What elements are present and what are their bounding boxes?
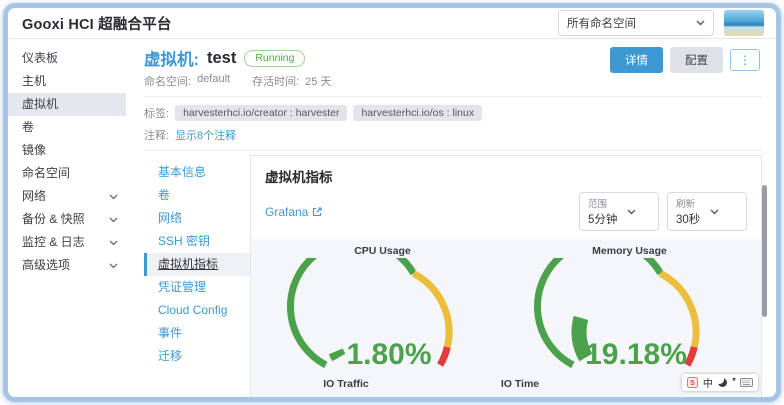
sidebar-item-dashboard[interactable]: 仪表板	[8, 47, 126, 70]
metrics-panel: 虚拟机指标 Grafana 范围 5分钟	[250, 155, 762, 402]
vertical-scrollbar[interactable]	[762, 185, 767, 317]
chevron-down-icon	[710, 209, 719, 215]
io-traffic-chart: 5 kB/s4 kB/s3 kB/s	[259, 391, 433, 402]
gauge-row: CPU Usage 1.80% Memory Usage 19.18%	[259, 245, 753, 376]
line-chart-row: IO Traffic 5 kB/s4 kB/s3 kB/s IO Time 2 …	[259, 378, 753, 402]
chevron-down-icon	[696, 20, 705, 26]
main-content: 虚拟机: test Running 详情 配置 ⋮ 命名空间: default …	[126, 39, 776, 398]
label-chip: harvesterhci.io/creator : harvester	[175, 105, 347, 121]
svg-text:19.18%: 19.18%	[585, 338, 687, 371]
cpu-usage-gauge: 1.80%	[259, 258, 506, 376]
more-actions-button[interactable]: ⋮	[730, 49, 760, 71]
top-bar: Gooxi HCI 超融合平台 所有命名空间	[8, 8, 776, 39]
chevron-down-icon	[627, 209, 636, 215]
chevron-down-icon	[109, 194, 118, 200]
refresh-select[interactable]: 刷新 30秒	[667, 192, 747, 231]
range-select[interactable]: 范围 5分钟	[579, 192, 659, 231]
namespace-filter-select[interactable]: 所有命名空间	[558, 10, 714, 36]
sidebar-item-images[interactable]: 镜像	[8, 139, 126, 162]
chart-title: CPU Usage	[259, 245, 506, 257]
namespace-label: 命名空间:	[144, 73, 191, 89]
tab-ssh-keys[interactable]: SSH 密钥	[144, 230, 250, 253]
config-button[interactable]: 配置	[670, 47, 723, 73]
action-buttons: 详情 配置 ⋮	[610, 47, 760, 73]
app-title: Gooxi HCI 超融合平台	[22, 13, 172, 34]
detail-nav: 基本信息 卷 网络 SSH 密钥 虚拟机指标 凭证管理 Cloud Config…	[144, 155, 250, 368]
chart-title: IO Traffic	[259, 378, 433, 390]
tab-credentials[interactable]: 凭证管理	[144, 276, 250, 299]
sidebar-item-hosts[interactable]: 主机	[8, 70, 126, 93]
chart-title: Memory Usage	[506, 245, 753, 257]
chevron-down-icon	[109, 240, 118, 246]
chevron-down-icon	[109, 263, 118, 269]
io-time-chart: 2 ms1.50 ms1 ms	[433, 391, 607, 402]
external-link-icon	[312, 207, 322, 217]
metrics-title: 虚拟机指标	[265, 166, 747, 186]
sidebar-item-monitoring-logs[interactable]: 监控 & 日志	[8, 231, 126, 254]
tab-migration[interactable]: 迁移	[144, 345, 250, 368]
moon-icon[interactable]	[718, 378, 727, 387]
tab-networks[interactable]: 网络	[144, 207, 250, 230]
namespace-filter-value: 所有命名空间	[567, 15, 636, 31]
namespace-value: default	[197, 73, 230, 89]
ime-toolbar[interactable]: S 中 ’’	[682, 374, 758, 391]
divider	[144, 150, 762, 151]
sidebar-item-advanced[interactable]: 高级选项	[8, 254, 126, 277]
ime-quotes-indicator[interactable]: ’’	[732, 377, 735, 388]
tab-vm-metrics[interactable]: 虚拟机指标	[144, 253, 250, 276]
detail-content: 基本信息 卷 网络 SSH 密钥 虚拟机指标 凭证管理 Cloud Config…	[144, 155, 762, 402]
ime-lang-indicator[interactable]: 中	[703, 375, 713, 390]
iops-chart: 0.400 io/s0.300 io/s0.200 io/s	[607, 391, 781, 402]
status-badge: Running	[244, 50, 305, 67]
screenshot-root: Gooxi HCI 超融合平台 所有命名空间 仪表板 主机 虚拟机 卷 镜像 命…	[0, 0, 784, 405]
sidebar-item-virtual-machines[interactable]: 虚拟机	[8, 93, 126, 116]
avatar[interactable]	[724, 10, 764, 36]
memory-usage-gauge: 19.18%	[506, 258, 753, 376]
chart-title: IO Time	[433, 378, 607, 390]
svg-text:1.80%: 1.80%	[346, 338, 431, 371]
metrics-selects: 范围 5分钟 刷新 30秒	[579, 192, 747, 231]
sidebar-item-backup-snapshot[interactable]: 备份 & 快照	[8, 208, 126, 231]
top-bar-right: 所有命名空间	[558, 10, 764, 36]
keyboard-icon[interactable]	[740, 378, 753, 387]
age-value: 25 天	[305, 73, 331, 89]
svg-text:S: S	[690, 380, 695, 387]
labels-label: 标签:	[144, 105, 169, 121]
age-label: 存活时间:	[252, 73, 299, 89]
tab-cloud-config[interactable]: Cloud Config	[144, 299, 250, 322]
tab-volumes[interactable]: 卷	[144, 184, 250, 207]
meta-row: 命名空间: default 存活时间: 25 天	[144, 73, 762, 89]
svg-text:0.400 io/s: 0.400 io/s	[609, 398, 646, 402]
sidebar-item-volumes[interactable]: 卷	[8, 116, 126, 139]
details-button[interactable]: 详情	[610, 47, 663, 73]
sogou-logo-icon[interactable]: S	[687, 377, 698, 388]
tab-basic-info[interactable]: 基本信息	[144, 161, 250, 184]
tab-events[interactable]: 事件	[144, 322, 250, 345]
chevron-down-icon	[109, 217, 118, 223]
annotations-label: 注释:	[144, 127, 169, 143]
svg-text:2 ms: 2 ms	[454, 398, 472, 402]
svg-text:5 kB/s: 5 kB/s	[274, 398, 298, 402]
label-chip: harvesterhci.io/os : linux	[353, 105, 482, 121]
resource-type-link[interactable]: 虚拟机:	[144, 46, 199, 70]
grafana-link[interactable]: Grafana	[265, 205, 322, 219]
labels-row: 标签: harvesterhci.io/creator : harvester …	[144, 105, 762, 121]
sidebar: 仪表板 主机 虚拟机 卷 镜像 命名空间 网络 备份 & 快照 监控 & 日志 …	[8, 39, 126, 398]
vm-name: test	[207, 49, 236, 68]
divider	[144, 96, 762, 97]
annotations-row: 注释: 显示8个注释	[144, 127, 762, 143]
sidebar-item-networks[interactable]: 网络	[8, 185, 126, 208]
metrics-controls: Grafana 范围 5分钟	[265, 192, 747, 231]
show-annotations-link[interactable]: 显示8个注释	[175, 127, 236, 143]
sidebar-item-namespaces[interactable]: 命名空间	[8, 162, 126, 185]
app-window: Gooxi HCI 超融合平台 所有命名空间 仪表板 主机 虚拟机 卷 镜像 命…	[3, 3, 781, 402]
app-body: 仪表板 主机 虚拟机 卷 镜像 命名空间 网络 备份 & 快照 监控 & 日志 …	[8, 39, 776, 398]
